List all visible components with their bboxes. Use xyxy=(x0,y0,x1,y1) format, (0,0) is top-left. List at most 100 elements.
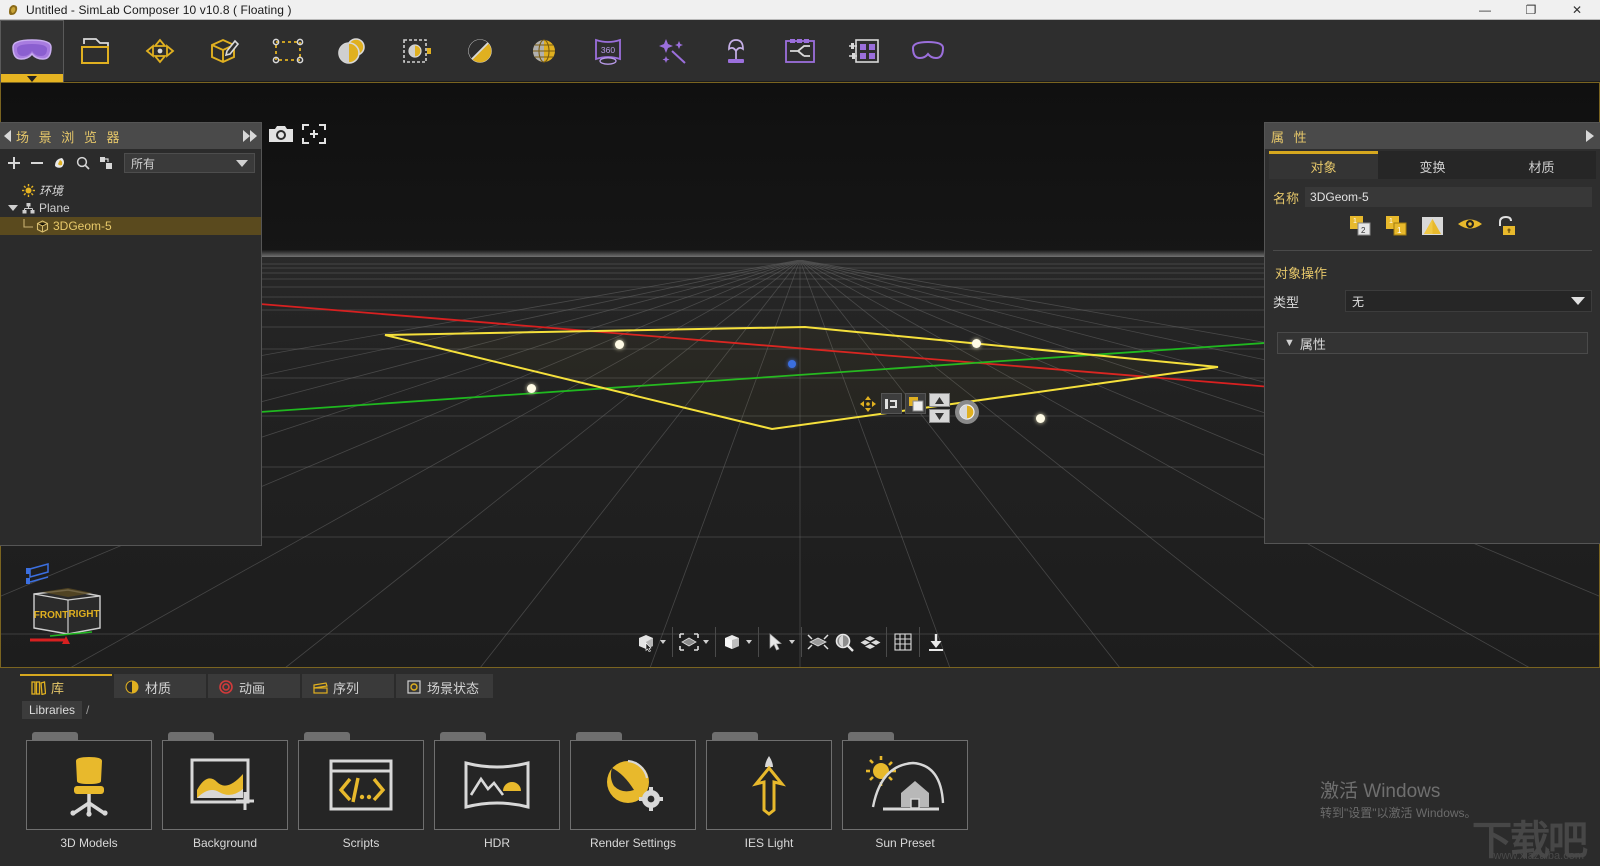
folder-tab xyxy=(168,732,214,740)
library-card-sun-preset[interactable]: Sun Preset xyxy=(842,732,968,850)
collapse-left-icon[interactable] xyxy=(4,130,11,142)
toolbar-grid-settings[interactable] xyxy=(832,20,896,82)
toolbar-no-material[interactable] xyxy=(448,20,512,82)
bottom-tab-bar: 库 材质 动画 序列 场景状态 xyxy=(0,670,1600,698)
toolbar-automation[interactable] xyxy=(768,20,832,82)
grid-toggle-icon[interactable] xyxy=(890,628,916,656)
library-card-ies-light[interactable]: IES Light xyxy=(706,732,832,850)
zoom-tool-icon[interactable] xyxy=(831,628,857,656)
library-label: Scripts xyxy=(342,836,380,850)
select-face-mode-icon[interactable] xyxy=(676,628,702,656)
svg-text:360: 360 xyxy=(601,45,615,55)
navigation-cube[interactable]: FRONT RIGHT xyxy=(22,552,122,647)
tab-library[interactable]: 库 xyxy=(20,674,112,698)
toolbar-globe-environment[interactable] xyxy=(512,20,576,82)
remove-node-icon[interactable] xyxy=(29,155,45,171)
attributes-collapse-header[interactable]: ▼ 属性 xyxy=(1277,332,1588,354)
refresh-icon[interactable] xyxy=(98,155,114,171)
spin-down[interactable] xyxy=(929,409,950,423)
toolbar-vr-headset[interactable] xyxy=(0,20,64,82)
select-object-caret[interactable] xyxy=(660,640,666,644)
close-button[interactable]: ✕ xyxy=(1554,0,1600,20)
pointer-mode-caret[interactable] xyxy=(789,640,795,644)
tab-materials[interactable]: 材质 xyxy=(114,674,206,698)
minimize-button[interactable]: — xyxy=(1462,0,1508,20)
scene-browser-header: 场 景 浏 览 器 xyxy=(0,123,261,149)
spin-up[interactable] xyxy=(929,393,950,407)
toolbar-materials-spheres[interactable] xyxy=(320,20,384,82)
expand-right-icon[interactable] xyxy=(243,130,257,142)
toolbar-vr-view[interactable] xyxy=(896,20,960,82)
toolbar-texture-page[interactable] xyxy=(384,20,448,82)
bottom-scrollbar[interactable] xyxy=(1592,670,1600,866)
selection-pivot-point[interactable] xyxy=(788,360,796,368)
search-icon[interactable] xyxy=(75,155,91,171)
shading-mode-icon[interactable] xyxy=(719,628,745,656)
snap-icon[interactable] xyxy=(881,393,902,414)
tree-item-3dgeom-5[interactable]: 3DGeom-5 xyxy=(0,217,261,235)
copy-icon[interactable]: 11 xyxy=(1385,215,1409,240)
sphere-icon[interactable] xyxy=(955,400,979,424)
duplicate-icon[interactable] xyxy=(905,393,926,414)
tab-scene-state[interactable]: 场景状态 xyxy=(396,674,494,698)
name-field[interactable]: 3DGeom-5 xyxy=(1305,187,1592,207)
flip-icon[interactable] xyxy=(1421,215,1445,240)
fit-view-icon[interactable] xyxy=(302,124,326,147)
sequence-icon xyxy=(312,679,328,695)
toolbar-lighting[interactable] xyxy=(704,20,768,82)
selection-handle-left[interactable] xyxy=(527,384,536,393)
maximize-button[interactable]: ❐ xyxy=(1508,0,1554,20)
library-card-background[interactable]: Background xyxy=(162,732,288,850)
camera-icon[interactable] xyxy=(268,124,294,147)
breadcrumb-root[interactable]: Libraries xyxy=(22,701,83,719)
ground-snap-icon[interactable] xyxy=(923,628,949,656)
selection-handle-top[interactable] xyxy=(615,340,624,349)
library-card-render-settings[interactable]: Render Settings xyxy=(570,732,696,850)
tree-item-environment[interactable]: 环境 xyxy=(0,181,261,199)
add-node-icon[interactable] xyxy=(6,155,22,171)
material-node-icon[interactable] xyxy=(52,155,68,171)
select-object-mode-icon[interactable] xyxy=(633,628,659,656)
duplicate-icon[interactable]: 12 xyxy=(1349,215,1373,240)
library-card-hdr[interactable]: HDR xyxy=(434,732,560,850)
select-face-caret[interactable] xyxy=(703,640,709,644)
svg-text:2: 2 xyxy=(1361,226,1366,235)
value-spinner[interactable] xyxy=(929,393,950,423)
library-label: Render Settings xyxy=(589,836,677,850)
library-card-3d-models[interactable]: 3D Models xyxy=(26,732,152,850)
tree-expand-icon[interactable] xyxy=(8,205,18,211)
viewport-resize-grip[interactable]: ...... xyxy=(772,662,802,668)
toolbar-dropdown-caret[interactable] xyxy=(27,76,37,82)
tab-material[interactable]: 材质 xyxy=(1487,151,1596,179)
tab-transform[interactable]: 变换 xyxy=(1378,151,1487,179)
tab-label: 序列 xyxy=(333,680,360,696)
tab-animation[interactable]: 动画 xyxy=(208,674,300,698)
properties-header: 属 性 xyxy=(1265,123,1600,149)
gizmo-toolbar[interactable] xyxy=(857,393,979,424)
viewport-toolbar[interactable] xyxy=(630,624,952,660)
visibility-icon[interactable] xyxy=(1457,215,1483,240)
tree-item-plane[interactable]: Plane xyxy=(0,199,261,217)
scene-filter-dropdown[interactable]: 所有 xyxy=(124,153,255,173)
toolbar-panorama-360[interactable]: 360 xyxy=(576,20,640,82)
toolbar-magic-effects[interactable] xyxy=(640,20,704,82)
selection-handle-right[interactable] xyxy=(1036,414,1045,423)
library-card-scripts[interactable]: Scripts xyxy=(298,732,424,850)
tab-object[interactable]: 对象 xyxy=(1269,151,1378,179)
tab-sequence[interactable]: 序列 xyxy=(302,674,394,698)
windows-activation-watermark: 激活 Windows 转到"设置"以激活 Windows。 下载吧 www.xi… xyxy=(1270,760,1590,866)
toolbar-open-file[interactable] xyxy=(64,20,128,82)
selection-handle-corner[interactable] xyxy=(972,339,981,348)
move-icon[interactable] xyxy=(857,393,878,414)
expand-right-icon[interactable] xyxy=(1586,130,1594,142)
properties-title: 属 性 xyxy=(1271,129,1310,145)
toolbar-move-transform[interactable] xyxy=(128,20,192,82)
shading-mode-caret[interactable] xyxy=(746,640,752,644)
pointer-mode-icon[interactable] xyxy=(762,628,788,656)
toolbar-selection-box[interactable] xyxy=(256,20,320,82)
fit-selection-icon[interactable] xyxy=(805,628,831,656)
toolbar-edit-geometry[interactable] xyxy=(192,20,256,82)
perspective-tool-icon[interactable] xyxy=(857,628,883,656)
type-dropdown[interactable]: 无 xyxy=(1345,290,1592,312)
lock-icon[interactable] xyxy=(1495,215,1517,240)
